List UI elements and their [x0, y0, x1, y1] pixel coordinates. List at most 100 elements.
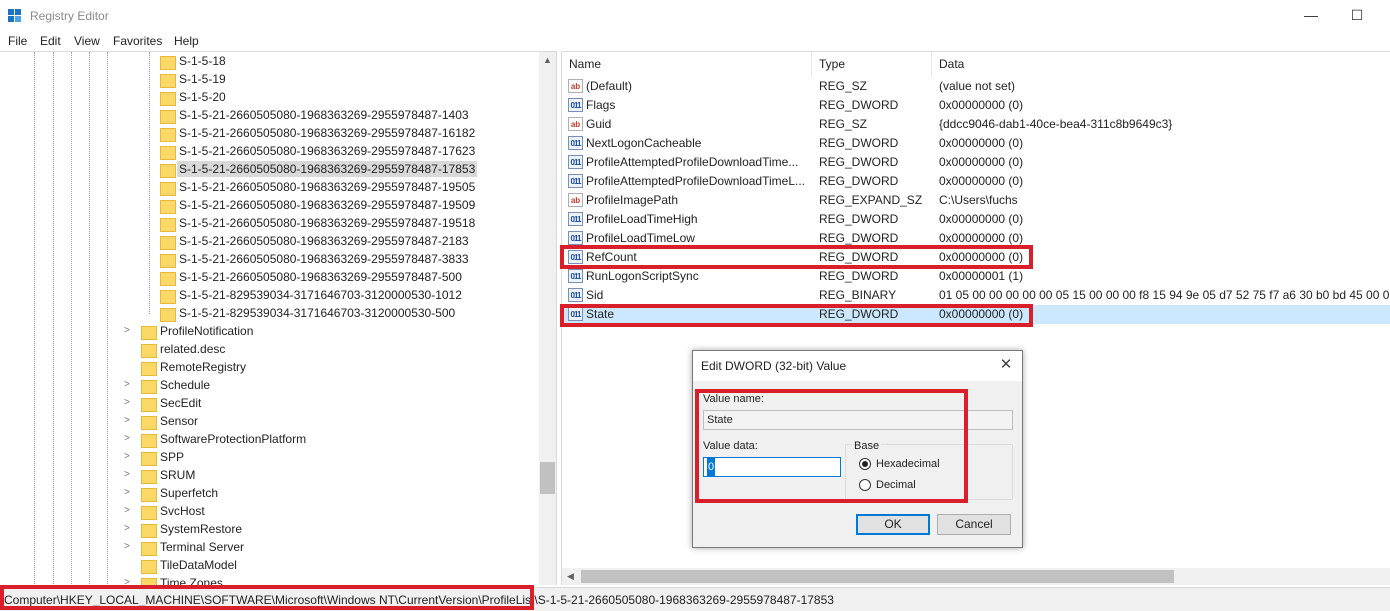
chevron-right-icon[interactable]: >: [124, 434, 134, 444]
tree-item-label[interactable]: Time Zones: [158, 575, 225, 585]
value-row[interactable]: ab (Default) REG_SZ (value not set): [562, 77, 1390, 96]
value-row[interactable]: 011 RunLogonScriptSync REG_DWORD 0x00000001…: [562, 267, 1390, 286]
tree-item-label[interactable]: S-1-5-21-2660505080-1968363269-295597848…: [177, 251, 471, 267]
decimal-label[interactable]: Decimal: [876, 479, 916, 491]
folder-icon: [159, 234, 176, 250]
maximize-button[interactable]: ☐: [1334, 0, 1380, 31]
value-row[interactable]: ab Guid REG_SZ {ddcc9046-dab1-40ce-bea4-311…: [562, 115, 1390, 134]
chevron-right-icon[interactable]: >: [124, 452, 134, 462]
chevron-right-icon[interactable]: >: [124, 488, 134, 498]
tree-item-label[interactable]: SPP: [158, 449, 186, 465]
value-data: 0x00000000 (0): [939, 307, 1024, 321]
list-scroll-thumb[interactable]: [581, 570, 1174, 583]
tree-item-label[interactable]: S-1-5-21-2660505080-1968363269-295597848…: [177, 125, 477, 141]
value-data: C:\Users\fuchs: [939, 193, 1018, 207]
chevron-right-icon[interactable]: >: [124, 470, 134, 480]
value-row[interactable]: 011 ProfileLoadTimeLow REG_DWORD 0x00000000…: [562, 229, 1390, 248]
chevron-right-icon[interactable]: >: [124, 578, 134, 586]
tree-item-label[interactable]: S-1-5-19: [177, 71, 228, 87]
tree-item-label[interactable]: SystemRestore: [158, 521, 244, 537]
cancel-button[interactable]: Cancel: [937, 514, 1011, 535]
close-icon[interactable]: ✕: [998, 357, 1014, 373]
tree-item-label[interactable]: Terminal Server: [158, 539, 246, 555]
value-row[interactable]: 011 NextLogonCacheable REG_DWORD 0x00000000…: [562, 134, 1390, 153]
column-type[interactable]: Type: [812, 52, 932, 77]
key-tree[interactable]: S-1-5-18 S-1-5-19 S-1-5-20 S-1-5-21-2660505…: [0, 51, 557, 585]
tree-item-label[interactable]: Sensor: [158, 413, 200, 429]
tree-item-label[interactable]: Superfetch: [158, 485, 220, 501]
value-type: REG_DWORD: [819, 212, 899, 226]
minimize-button[interactable]: —: [1288, 0, 1334, 31]
value-type: REG_DWORD: [819, 98, 899, 112]
value-row[interactable]: 011 State REG_DWORD 0x00000000 (0): [562, 305, 1390, 324]
tree-item-label[interactable]: S-1-5-21-2660505080-1968363269-295597848…: [177, 197, 477, 213]
value-name: ProfileAttemptedProfileDownloadTimeL...: [586, 174, 805, 188]
chevron-right-icon[interactable]: >: [124, 380, 134, 390]
value-row[interactable]: 011 ProfileAttemptedProfileDownloadTime..…: [562, 153, 1390, 172]
tree-item-label[interactable]: S-1-5-21-2660505080-1968363269-295597848…: [177, 269, 464, 285]
tree-item-label[interactable]: related.desc: [158, 341, 227, 357]
value-row[interactable]: 011 ProfileAttemptedProfileDownloadTimeL.…: [562, 172, 1390, 191]
scroll-up-icon[interactable]: ▲: [539, 52, 556, 69]
menu-file[interactable]: File: [8, 34, 27, 48]
tree-item-label[interactable]: S-1-5-21-2660505080-1968363269-295597848…: [177, 143, 477, 159]
list-horizontal-scrollbar[interactable]: ◀: [562, 568, 1390, 585]
value-type: REG_DWORD: [819, 136, 899, 150]
tree-item-label[interactable]: SoftwareProtectionPlatform: [158, 431, 308, 447]
tree-item-label[interactable]: SecEdit: [158, 395, 203, 411]
tree-item-label[interactable]: S-1-5-21-2660505080-1968363269-295597848…: [177, 179, 477, 195]
value-name: State: [586, 307, 615, 321]
folder-icon: [159, 288, 176, 304]
value-name: RunLogonScriptSync: [586, 269, 699, 283]
tree-scroll-thumb[interactable]: [540, 462, 555, 494]
folder-icon: [159, 144, 176, 160]
value-row[interactable]: 011 Sid REG_BINARY 01 05 00 00 00 00 00 05 …: [562, 286, 1390, 305]
ok-button[interactable]: OK: [856, 514, 930, 535]
tree-item-label[interactable]: ProfileNotification: [158, 323, 255, 339]
value-row[interactable]: 011 RefCount REG_DWORD 0x00000000 (0): [562, 248, 1390, 267]
chevron-right-icon[interactable]: >: [124, 326, 134, 336]
value-name: ProfileLoadTimeHigh: [586, 212, 698, 226]
column-name[interactable]: Name: [562, 52, 812, 77]
dialog-title-bar: Edit DWORD (32-bit) Value ✕: [693, 351, 1022, 381]
status-path[interactable]: Computer\HKEY_LOCAL_MACHINE\SOFTWARE\Mic…: [4, 593, 834, 607]
tree-item-label[interactable]: RemoteRegistry: [158, 359, 248, 375]
tree-vertical-scrollbar[interactable]: ▲: [539, 52, 556, 585]
tree-item-label[interactable]: S-1-5-21-2660505080-1968363269-295597848…: [177, 233, 471, 249]
binary-value-icon: 011: [568, 269, 583, 283]
tree-item-label[interactable]: S-1-5-21-2660505080-1968363269-295597848…: [177, 215, 477, 231]
menu-edit[interactable]: Edit: [40, 34, 61, 48]
chevron-right-icon[interactable]: >: [124, 542, 134, 552]
value-row[interactable]: 011 ProfileLoadTimeHigh REG_DWORD 0x0000000…: [562, 210, 1390, 229]
menu-view[interactable]: View: [74, 34, 100, 48]
tree-item-label[interactable]: S-1-5-21-2660505080-1968363269-295597848…: [177, 161, 478, 177]
value-row[interactable]: ab ProfileImagePath REG_EXPAND_SZ C:\Users\…: [562, 191, 1390, 210]
value-row[interactable]: 011 Flags REG_DWORD 0x00000000 (0): [562, 96, 1390, 115]
chevron-right-icon[interactable]: >: [124, 416, 134, 426]
value-data-input[interactable]: 0: [703, 457, 841, 477]
tree-item-label[interactable]: S-1-5-18: [177, 53, 228, 69]
menu-help[interactable]: Help: [174, 34, 199, 48]
tree-item-label[interactable]: TileDataModel: [158, 557, 239, 573]
value-data: 0x00000000 (0): [939, 136, 1024, 150]
value-type: REG_DWORD: [819, 174, 899, 188]
tree-item-label[interactable]: S-1-5-21-829539034-3171646703-3120000530…: [177, 305, 457, 321]
tree-item-label[interactable]: Schedule: [158, 377, 212, 393]
tree-item-label[interactable]: S-1-5-21-2660505080-1968363269-295597848…: [177, 107, 471, 123]
value-name: NextLogonCacheable: [586, 136, 702, 150]
scroll-left-icon[interactable]: ◀: [562, 568, 579, 585]
chevron-right-icon[interactable]: >: [124, 398, 134, 408]
edit-dword-dialog: Edit DWORD (32-bit) Value ✕ Value name: …: [692, 350, 1023, 548]
tree-item-label[interactable]: S-1-5-20: [177, 89, 228, 105]
chevron-right-icon[interactable]: >: [124, 524, 134, 534]
decimal-radio[interactable]: [859, 479, 871, 491]
folder-icon: [159, 270, 176, 286]
menu-favorites[interactable]: Favorites: [113, 34, 162, 48]
chevron-right-icon[interactable]: >: [124, 506, 134, 516]
tree-item-label[interactable]: SvcHost: [158, 503, 207, 519]
tree-item-label[interactable]: SRUM: [158, 467, 197, 483]
column-data[interactable]: Data: [932, 52, 1390, 77]
hexadecimal-label[interactable]: Hexadecimal: [876, 458, 940, 470]
tree-item-label[interactable]: S-1-5-21-829539034-3171646703-3120000530…: [177, 287, 464, 303]
hexadecimal-radio[interactable]: [859, 458, 871, 470]
